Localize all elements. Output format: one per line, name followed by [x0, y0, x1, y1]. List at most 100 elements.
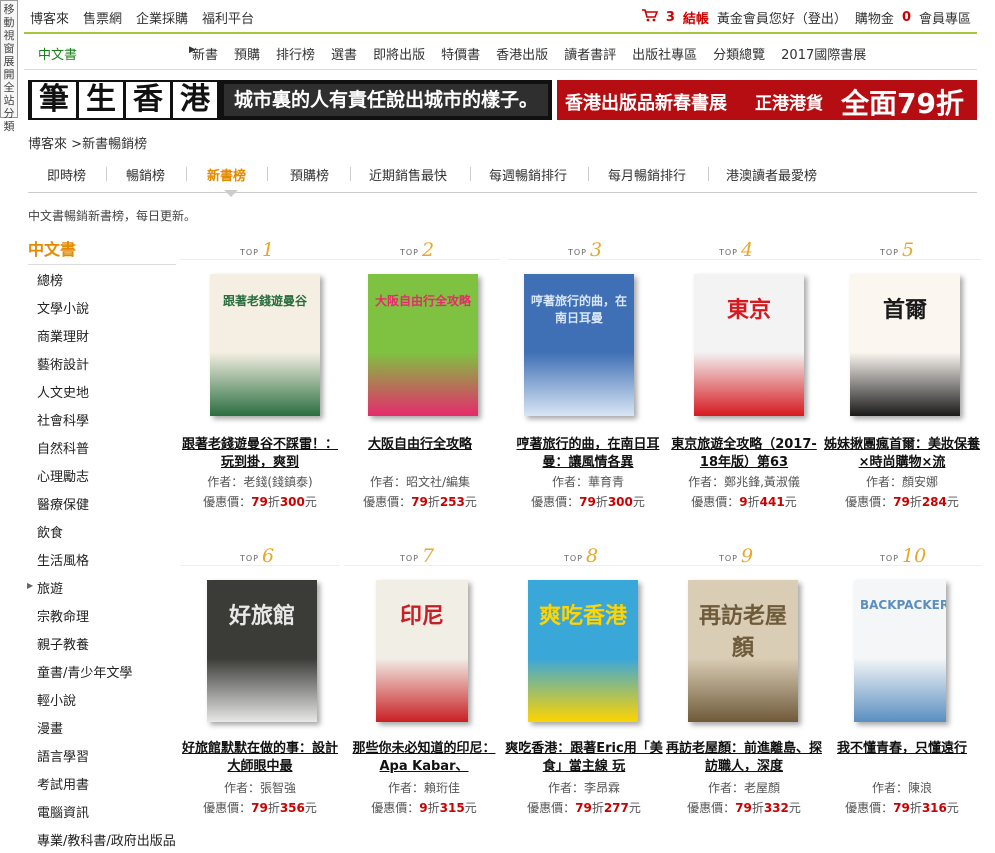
sidebar-item[interactable]: ▶ 旅遊 — [27, 578, 63, 597]
member-greeting[interactable]: 黃金會員您好（登出） — [717, 8, 847, 27]
book-cover[interactable]: 跟著老錢遊曼谷 — [210, 274, 320, 416]
nav-item[interactable]: 讀者書評 — [564, 44, 616, 63]
checkout-link[interactable]: 結帳 — [683, 8, 709, 27]
book-cover[interactable]: 好旅館 — [207, 580, 317, 722]
sidebar-item[interactable]: 親子教養 — [37, 634, 89, 653]
sidebar-item[interactable]: 心理勵志 — [37, 466, 89, 485]
book-title[interactable]: 大阪自由行全攻略 — [340, 436, 500, 472]
nav-item[interactable]: 特價書 — [441, 44, 480, 63]
site-link-welfare[interactable]: 福利平台 — [202, 8, 254, 27]
sidebar-item[interactable]: 輕小說 — [37, 690, 76, 709]
tab-monthly[interactable]: 每月暢銷排行 — [608, 165, 686, 184]
nav-item[interactable]: 即將出版 — [373, 44, 425, 63]
sidebar-item[interactable]: 語言學習 — [37, 746, 89, 765]
sidebar-item[interactable]: 宗教命理 — [37, 606, 89, 625]
book-title-link[interactable]: 東京旅遊全攻略（2017-18年版）第63 — [671, 437, 817, 470]
book-cover[interactable]: 哼著旅行的曲，在南日耳曼 — [524, 274, 634, 416]
tab-fastest-selling[interactable]: 近期銷售最快 — [369, 165, 447, 184]
book-title[interactable]: 再訪老屋顏：前進離島、探訪職人，深度 — [664, 740, 824, 776]
book-title-link[interactable]: 哼著旅行的曲，在南日耳曼：讓風情各異 — [516, 437, 659, 470]
sidebar-item-link[interactable]: 宗教命理 — [37, 610, 89, 625]
book-cover[interactable]: 首爾 — [850, 274, 960, 416]
sidebar-item-link[interactable]: 旅遊 — [37, 582, 63, 597]
sidebar-item[interactable]: 商業理財 — [37, 326, 89, 345]
book-title[interactable]: 東京旅遊全攻略（2017-18年版）第63 — [664, 436, 824, 472]
sidebar-item[interactable]: 專業/教科書/政府出版品 — [37, 830, 176, 849]
author-link[interactable]: 昭文社/編集 — [406, 475, 470, 489]
tab-label[interactable]: 即時榜 — [47, 169, 86, 184]
tab-new-books[interactable]: 新書榜 — [207, 165, 246, 184]
sidebar-item-link[interactable]: 總榜 — [37, 274, 63, 289]
book-cover[interactable]: BACKPACKER — [854, 580, 946, 722]
cart-icon[interactable] — [641, 9, 658, 26]
author-link[interactable]: 老屋顏 — [744, 781, 780, 795]
tab-hk-macau-favorites[interactable]: 港澳讀者最愛榜 — [726, 165, 817, 184]
tab-label[interactable]: 近期銷售最快 — [369, 169, 447, 184]
book-title-link[interactable]: 我不懂青春，只懂遠行 — [837, 741, 967, 756]
banner-hongkong-writers[interactable]: 筆 生 香 港 城市裏的人有責任說出城市的樣子。 — [28, 80, 552, 120]
sidebar-item-link[interactable]: 童書/青少年文學 — [37, 666, 132, 681]
book-title[interactable]: 姊妹揪團瘋首爾：美妝保養×時尚購物×流 — [822, 436, 982, 472]
nav-item[interactable]: 香港出版 — [496, 44, 548, 63]
book-title[interactable]: 我不懂青春，只懂遠行 — [822, 740, 982, 776]
tab-bestseller[interactable]: 暢銷榜 — [126, 165, 165, 184]
book-title[interactable]: 哼著旅行的曲，在南日耳曼：讓風情各異 — [508, 436, 668, 472]
site-link-books[interactable]: 博客來 — [30, 8, 69, 27]
sidebar-item-link[interactable]: 人文史地 — [37, 386, 89, 401]
author-link[interactable]: 李昂霖 — [584, 781, 620, 795]
book-cover[interactable]: 東京 — [694, 274, 804, 416]
banner-hk-book-fair[interactable]: 香港出版品新春書展 正港港貨 全面79折 — [557, 80, 977, 120]
sidebar-item-link[interactable]: 醫療保健 — [37, 498, 89, 513]
shopping-gold-label[interactable]: 購物金 — [855, 8, 894, 27]
sidebar-item[interactable]: 文學小說 — [37, 298, 89, 317]
sidebar-item-link[interactable]: 文學小說 — [37, 302, 89, 317]
sidebar-item-link[interactable]: 考試用書 — [37, 778, 89, 793]
author-link[interactable]: 鄭兆鋒,黃淑儀 — [724, 475, 800, 489]
sidebar-item-link[interactable]: 自然科普 — [37, 442, 89, 457]
sidebar-item[interactable]: 電腦資訊 — [37, 802, 89, 821]
author-link[interactable]: 華育青 — [588, 475, 624, 489]
book-title-link[interactable]: 那些你未必知道的印尼：Apa Kabar、 — [352, 741, 495, 774]
nav-item[interactable]: 排行榜 — [276, 44, 315, 63]
book-cover[interactable]: 爽吃香港 — [528, 580, 638, 722]
author-link[interactable]: 賴珩佳 — [424, 781, 460, 795]
sidebar-item-link[interactable]: 藝術設計 — [37, 358, 89, 373]
tab-label[interactable]: 港澳讀者最愛榜 — [726, 169, 817, 184]
book-title-link[interactable]: 姊妹揪團瘋首爾：美妝保養×時尚購物×流 — [824, 437, 980, 470]
sidebar-item-link[interactable]: 輕小說 — [37, 694, 76, 709]
tab-label[interactable]: 預購榜 — [290, 169, 329, 184]
nav-item[interactable]: 出版社專區 — [632, 44, 697, 63]
sidebar-item[interactable]: 飲食 — [37, 522, 63, 541]
sidebar-item[interactable]: 醫療保健 — [37, 494, 89, 513]
book-title-link[interactable]: 再訪老屋顏：前進離島、探訪職人，深度 — [666, 741, 822, 774]
book-title[interactable]: 跟著老錢遊曼谷不踩雷！：玩到掛，爽到 — [180, 436, 340, 472]
sidebar-item[interactable]: 漫畫 — [37, 718, 63, 737]
member-area-link[interactable]: 會員專區 — [919, 8, 971, 27]
sidebar-item-link[interactable]: 飲食 — [37, 526, 63, 541]
author-link[interactable]: 老錢(錢鎮泰) — [243, 475, 312, 489]
tab-preorder[interactable]: 預購榜 — [290, 165, 329, 184]
sidebar-item-link[interactable]: 電腦資訊 — [37, 806, 89, 821]
nav-item[interactable]: 選書 — [331, 44, 357, 63]
sidebar-item[interactable]: 社會科學 — [37, 410, 89, 429]
side-category-tab[interactable]: 移動視窗展開全站分類 — [0, 0, 18, 133]
book-cover[interactable]: 再訪老屋顏 — [688, 580, 798, 722]
book-title-link[interactable]: 跟著老錢遊曼谷不踩雷！：玩到掛，爽到 — [182, 437, 338, 470]
site-link-enterprise[interactable]: 企業採購 — [136, 8, 188, 27]
tab-label[interactable]: 每月暢銷排行 — [608, 169, 686, 184]
nav-current-category[interactable]: 中文書 — [38, 44, 77, 63]
sidebar-item[interactable]: 自然科普 — [37, 438, 89, 457]
site-link-tickets[interactable]: 售票網 — [83, 8, 122, 27]
nav-item[interactable]: 新書 — [192, 44, 218, 63]
sidebar-item-link[interactable]: 語言學習 — [37, 750, 89, 765]
breadcrumb-home[interactable]: 博客來 — [28, 137, 67, 152]
nav-item[interactable]: 2017國際書展 — [781, 44, 866, 63]
tab-weekly[interactable]: 每週暢銷排行 — [489, 165, 567, 184]
tab-label[interactable]: 每週暢銷排行 — [489, 169, 567, 184]
sidebar-item[interactable]: 總榜 — [37, 270, 63, 289]
tab-label[interactable]: 新書榜 — [207, 169, 246, 184]
author-link[interactable]: 顏安娜 — [902, 475, 938, 489]
nav-item[interactable]: 預購 — [234, 44, 260, 63]
author-link[interactable]: 陳浪 — [908, 781, 932, 795]
sidebar-item-link[interactable]: 親子教養 — [37, 638, 89, 653]
